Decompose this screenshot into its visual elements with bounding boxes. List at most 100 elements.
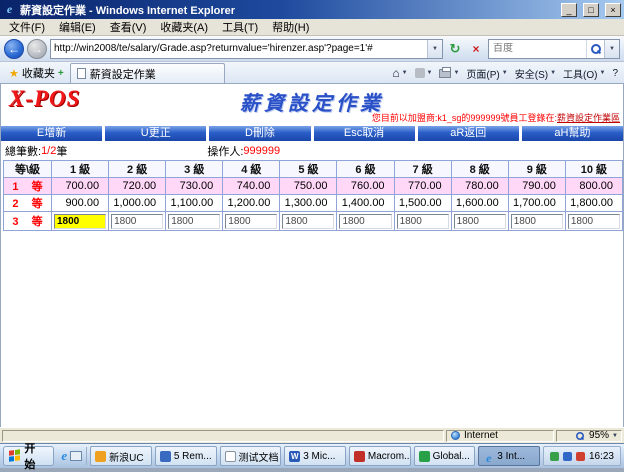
table-row-grade3-edit[interactable]: 3 等: [4, 212, 623, 231]
safety-menu[interactable]: 安全(S) ▼: [515, 66, 556, 81]
caret-icon: ▼: [402, 70, 408, 76]
tray-icon-blue[interactable]: [563, 452, 572, 461]
forward-icon[interactable]: →: [27, 39, 47, 59]
search-icon[interactable]: [586, 40, 604, 58]
row-label[interactable]: 1 等: [4, 178, 52, 195]
address-input[interactable]: [51, 40, 427, 58]
table-row-grade2[interactable]: 2 等 900.00 1,000.00 1,100.00 1,200.00 1,…: [4, 195, 623, 212]
tray-icon-green[interactable]: [550, 452, 559, 461]
menu-file[interactable]: 文件(F): [2, 18, 52, 36]
grade-input[interactable]: [511, 214, 563, 229]
return-button[interactable]: aR返回: [418, 126, 519, 141]
minimize-button[interactable]: _: [561, 3, 577, 17]
col-header-1: 1 級: [52, 161, 109, 178]
cell: 700.00: [52, 178, 109, 195]
login-notice: 您目前以加盟商:k1_sg的999999號員工登錄在:薪資設定作業區: [372, 111, 620, 124]
grade-input[interactable]: [454, 214, 506, 229]
zoom-icon: [575, 431, 585, 441]
notice-area: 薪資設定作業區: [557, 113, 620, 123]
zoom-level: 95%: [589, 430, 609, 441]
add-button[interactable]: E增新: [1, 126, 102, 141]
cell: 1,800.00: [565, 195, 622, 212]
maximize-button[interactable]: □: [583, 3, 599, 17]
col-header-6: 6 級: [337, 161, 394, 178]
task-label: Global...: [433, 451, 470, 462]
page-content: X-POS 薪資設定作業 您目前以加盟商:k1_sg的999999號員工登錄在:…: [0, 84, 624, 427]
menu-favorites[interactable]: 收藏夹(A): [153, 18, 215, 36]
grade-input[interactable]: [282, 214, 334, 229]
row-label[interactable]: 3 等: [4, 212, 52, 231]
total-label: 總筆數:: [5, 143, 41, 159]
tray-icon-red[interactable]: [576, 452, 585, 461]
print-button[interactable]: ▼: [439, 69, 459, 78]
menu-edit[interactable]: 编辑(E): [52, 18, 103, 36]
security-zone: Internet: [446, 430, 554, 442]
zoom-control[interactable]: 95% ▼: [556, 430, 622, 442]
clock[interactable]: 16:23: [589, 451, 614, 462]
tab-salary-setting[interactable]: 薪資設定作業: [70, 63, 225, 83]
zone-label: Internet: [464, 430, 498, 441]
grade-input-focused[interactable]: [54, 214, 106, 229]
home-icon: ⌂: [392, 66, 399, 80]
show-desktop-icon[interactable]: [70, 451, 82, 461]
cell-edit: [451, 212, 508, 231]
delete-button[interactable]: D刪除: [209, 126, 310, 141]
menu-bar: 文件(F) 编辑(E) 查看(V) 收藏夹(A) 工具(T) 帮助(H): [0, 19, 624, 36]
global-icon: [419, 451, 430, 462]
caret-icon: ▼: [612, 433, 618, 439]
feeds-button[interactable]: ▼: [415, 68, 433, 78]
grade-input[interactable]: [168, 214, 220, 229]
grade-input[interactable]: [397, 214, 449, 229]
update-button[interactable]: U更正: [105, 126, 206, 141]
grade-input[interactable]: [225, 214, 277, 229]
cell: 780.00: [451, 178, 508, 195]
task-label: 5 Rem...: [174, 451, 212, 462]
help-button[interactable]: ?: [612, 68, 618, 79]
taskbar-item-internet-explorer[interactable]: e 3 Int...: [478, 446, 540, 466]
notice-prefix: 您目前以加盟商:k1_sg的: [372, 113, 471, 123]
menu-tools[interactable]: 工具(T): [215, 18, 265, 36]
menu-help[interactable]: 帮助(H): [265, 18, 316, 36]
cell: 790.00: [508, 178, 565, 195]
help-action-button[interactable]: aH幫助: [522, 126, 623, 141]
cancel-button[interactable]: Esc取消: [314, 126, 415, 141]
taskbar-item-global[interactable]: Global...: [414, 446, 476, 466]
cell-edit: [508, 212, 565, 231]
start-button[interactable]: 开始: [3, 446, 54, 466]
cell-edit: [565, 212, 622, 231]
tools-menu[interactable]: 工具(O) ▼: [563, 66, 605, 81]
stop-icon[interactable]: ×: [467, 40, 485, 58]
page-menu[interactable]: 页面(P) ▼: [466, 66, 507, 81]
notepad-icon: [225, 451, 236, 462]
ie-task-icon: e: [483, 451, 494, 462]
grade-input[interactable]: [568, 214, 620, 229]
refresh-icon[interactable]: ↻: [446, 40, 464, 58]
operator-value: 999999: [243, 145, 280, 157]
col-header-4: 4 級: [223, 161, 280, 178]
col-header-2: 2 級: [109, 161, 166, 178]
grade-input[interactable]: [339, 214, 391, 229]
menu-view[interactable]: 查看(V): [103, 18, 154, 36]
ie-quicklaunch-icon[interactable]: e: [61, 448, 67, 464]
cell: 720.00: [109, 178, 166, 195]
address-dropdown-icon[interactable]: ▼: [427, 40, 442, 58]
row-label[interactable]: 2 等: [4, 195, 52, 212]
taskbar-item-macromedia[interactable]: Macrom...: [349, 446, 411, 466]
page-icon: [77, 68, 86, 79]
taskbar-item-remote[interactable]: 5 Rem...: [155, 446, 217, 466]
table-row-grade1[interactable]: 1 等 700.00 720.00 730.00 740.00 750.00 7…: [4, 178, 623, 195]
taskbar-item-sinauc[interactable]: 新浪UC: [90, 446, 152, 466]
taskbar-item-testdoc[interactable]: 测试文档: [220, 446, 282, 466]
grade-input[interactable]: [111, 214, 163, 229]
search-input[interactable]: [489, 43, 586, 54]
favorites-button[interactable]: ★ 收藏夹 +: [3, 63, 70, 83]
search-dropdown-icon[interactable]: ▼: [604, 40, 619, 58]
close-button[interactable]: ×: [605, 3, 621, 17]
cell-edit: [52, 212, 109, 231]
caret-icon: ▼: [599, 70, 605, 76]
corner-header: 等\級: [4, 161, 52, 178]
tools-menu-label: 工具(O): [563, 66, 597, 81]
back-icon[interactable]: ←: [4, 39, 24, 59]
taskbar-item-word[interactable]: W 3 Mic...: [284, 446, 346, 466]
home-button[interactable]: ⌂ ▼: [392, 66, 407, 80]
